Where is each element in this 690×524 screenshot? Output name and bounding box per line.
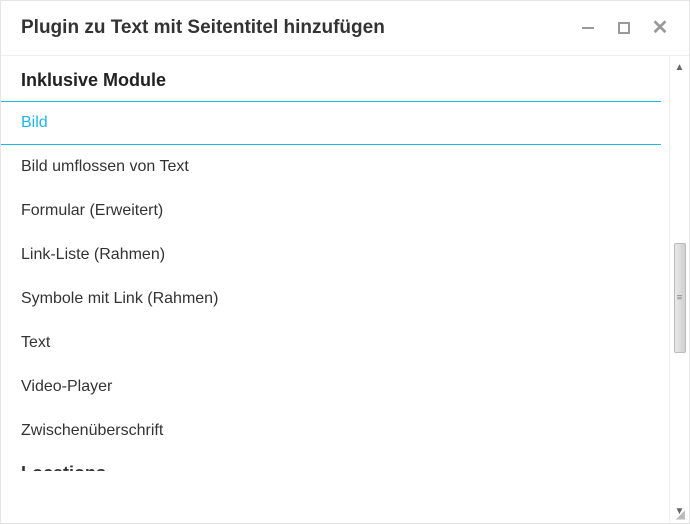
list-item[interactable]: Bild: [1, 101, 661, 145]
list-item[interactable]: Link-Liste (Rahmen): [1, 233, 661, 277]
scroll-track[interactable]: [673, 73, 687, 506]
close-icon[interactable]: ✕: [651, 19, 669, 37]
scroll-thumb[interactable]: [674, 243, 686, 353]
resize-grip-icon[interactable]: ◢: [676, 507, 685, 521]
list-item[interactable]: Text: [1, 321, 661, 365]
titlebar: Plugin zu Text mit Seitentitel hinzufüge…: [1, 1, 689, 56]
dialog-title: Plugin zu Text mit Seitentitel hinzufüge…: [21, 17, 579, 39]
minimize-icon[interactable]: [579, 19, 597, 37]
content: Inklusive Module Bild Bild umflossen von…: [1, 56, 669, 523]
list-item[interactable]: Formular (Erweitert): [1, 189, 661, 233]
section-header: Inklusive Module: [1, 56, 661, 101]
maximize-icon[interactable]: [615, 19, 633, 37]
content-wrap: Inklusive Module Bild Bild umflossen von…: [1, 56, 689, 523]
plugin-dialog: Plugin zu Text mit Seitentitel hinzufüge…: [0, 0, 690, 524]
list-item[interactable]: Bild umflossen von Text: [1, 145, 661, 189]
section-header-partial: Locations: [1, 453, 661, 471]
list-item[interactable]: Zwischenüberschrift: [1, 409, 661, 453]
list-item[interactable]: Symbole mit Link (Rahmen): [1, 277, 661, 321]
scroll-up-icon[interactable]: ▲: [675, 62, 685, 73]
list-item[interactable]: Video-Player: [1, 365, 661, 409]
window-controls: ✕: [579, 19, 669, 37]
scrollbar[interactable]: ▲ ▼: [669, 56, 689, 523]
